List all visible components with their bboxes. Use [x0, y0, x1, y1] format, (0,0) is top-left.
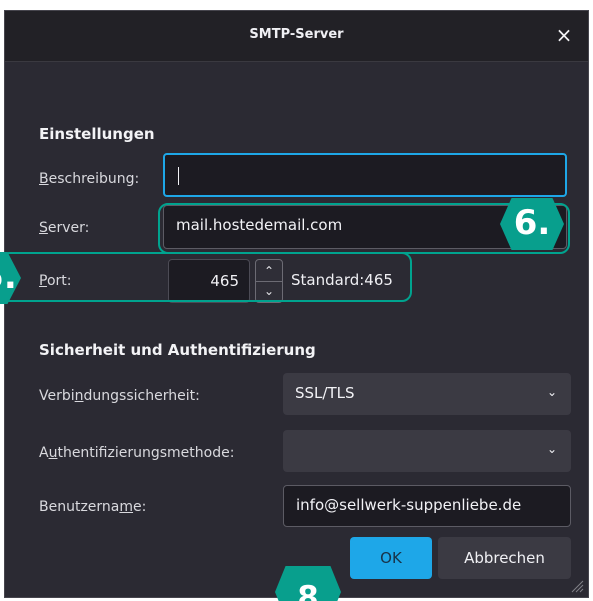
auth-method-select[interactable]: ⌄	[283, 430, 571, 472]
annotation-badge-6: 6.	[500, 198, 564, 250]
username-label-after: e:	[133, 499, 147, 515]
auth-label-before: A	[39, 445, 49, 461]
server-label-mnemonic: S	[39, 220, 48, 236]
auth-method-label: Authentifizierungsmethode:	[39, 445, 234, 461]
titlebar: SMTP-Server ×	[5, 11, 588, 62]
ok-button-label: OK	[380, 549, 402, 567]
connection-security-label: Verbindungssicherheit:	[39, 388, 200, 404]
annotation-badge-8: 8	[275, 566, 341, 601]
description-input[interactable]	[163, 153, 567, 197]
description-label: Beschreibung:	[39, 171, 139, 187]
security-heading: Sicherheit und Authentifizierung	[39, 341, 316, 359]
connection-label-mnemonic: n	[74, 388, 84, 404]
connection-label-before: Verbi	[39, 388, 75, 404]
ok-button[interactable]: OK	[350, 537, 432, 579]
connection-label-after: dungssicherheit:	[83, 388, 200, 404]
dialog-title: SMTP-Server	[249, 27, 344, 42]
cancel-button-label: Abbrechen	[464, 549, 545, 567]
auth-label-after: thentifizierungsmethode:	[57, 445, 235, 461]
description-label-rest: eschreibung:	[48, 171, 140, 187]
server-label-rest: erver:	[47, 220, 90, 236]
connection-security-select[interactable]: SSL/TLS ⌄	[283, 373, 571, 415]
chevron-down-icon: ⌄	[546, 442, 557, 456]
close-icon[interactable]: ×	[552, 23, 576, 47]
cancel-button[interactable]: Abbrechen	[438, 537, 571, 579]
connection-security-value: SSL/TLS	[295, 384, 355, 402]
port-highlight	[0, 252, 412, 302]
description-label-mnemonic: B	[39, 171, 49, 187]
smtp-server-dialog: SMTP-Server × Einstellungen Beschreibung…	[4, 10, 589, 598]
username-value: info@sellwerk-suppenliebe.de	[296, 496, 522, 514]
username-input[interactable]: info@sellwerk-suppenliebe.de	[283, 485, 571, 527]
chevron-down-icon: ⌄	[546, 385, 557, 399]
server-label: Server:	[39, 220, 89, 236]
username-label: Benutzername:	[39, 499, 146, 515]
username-label-mnemonic: m	[119, 499, 134, 515]
screenshot-root: SMTP-Server × Einstellungen Beschreibung…	[0, 0, 593, 601]
settings-heading: Einstellungen	[39, 125, 155, 143]
username-label-before: Benutzerna	[39, 499, 120, 515]
text-caret	[178, 167, 179, 185]
resize-grip-icon[interactable]	[570, 579, 584, 593]
